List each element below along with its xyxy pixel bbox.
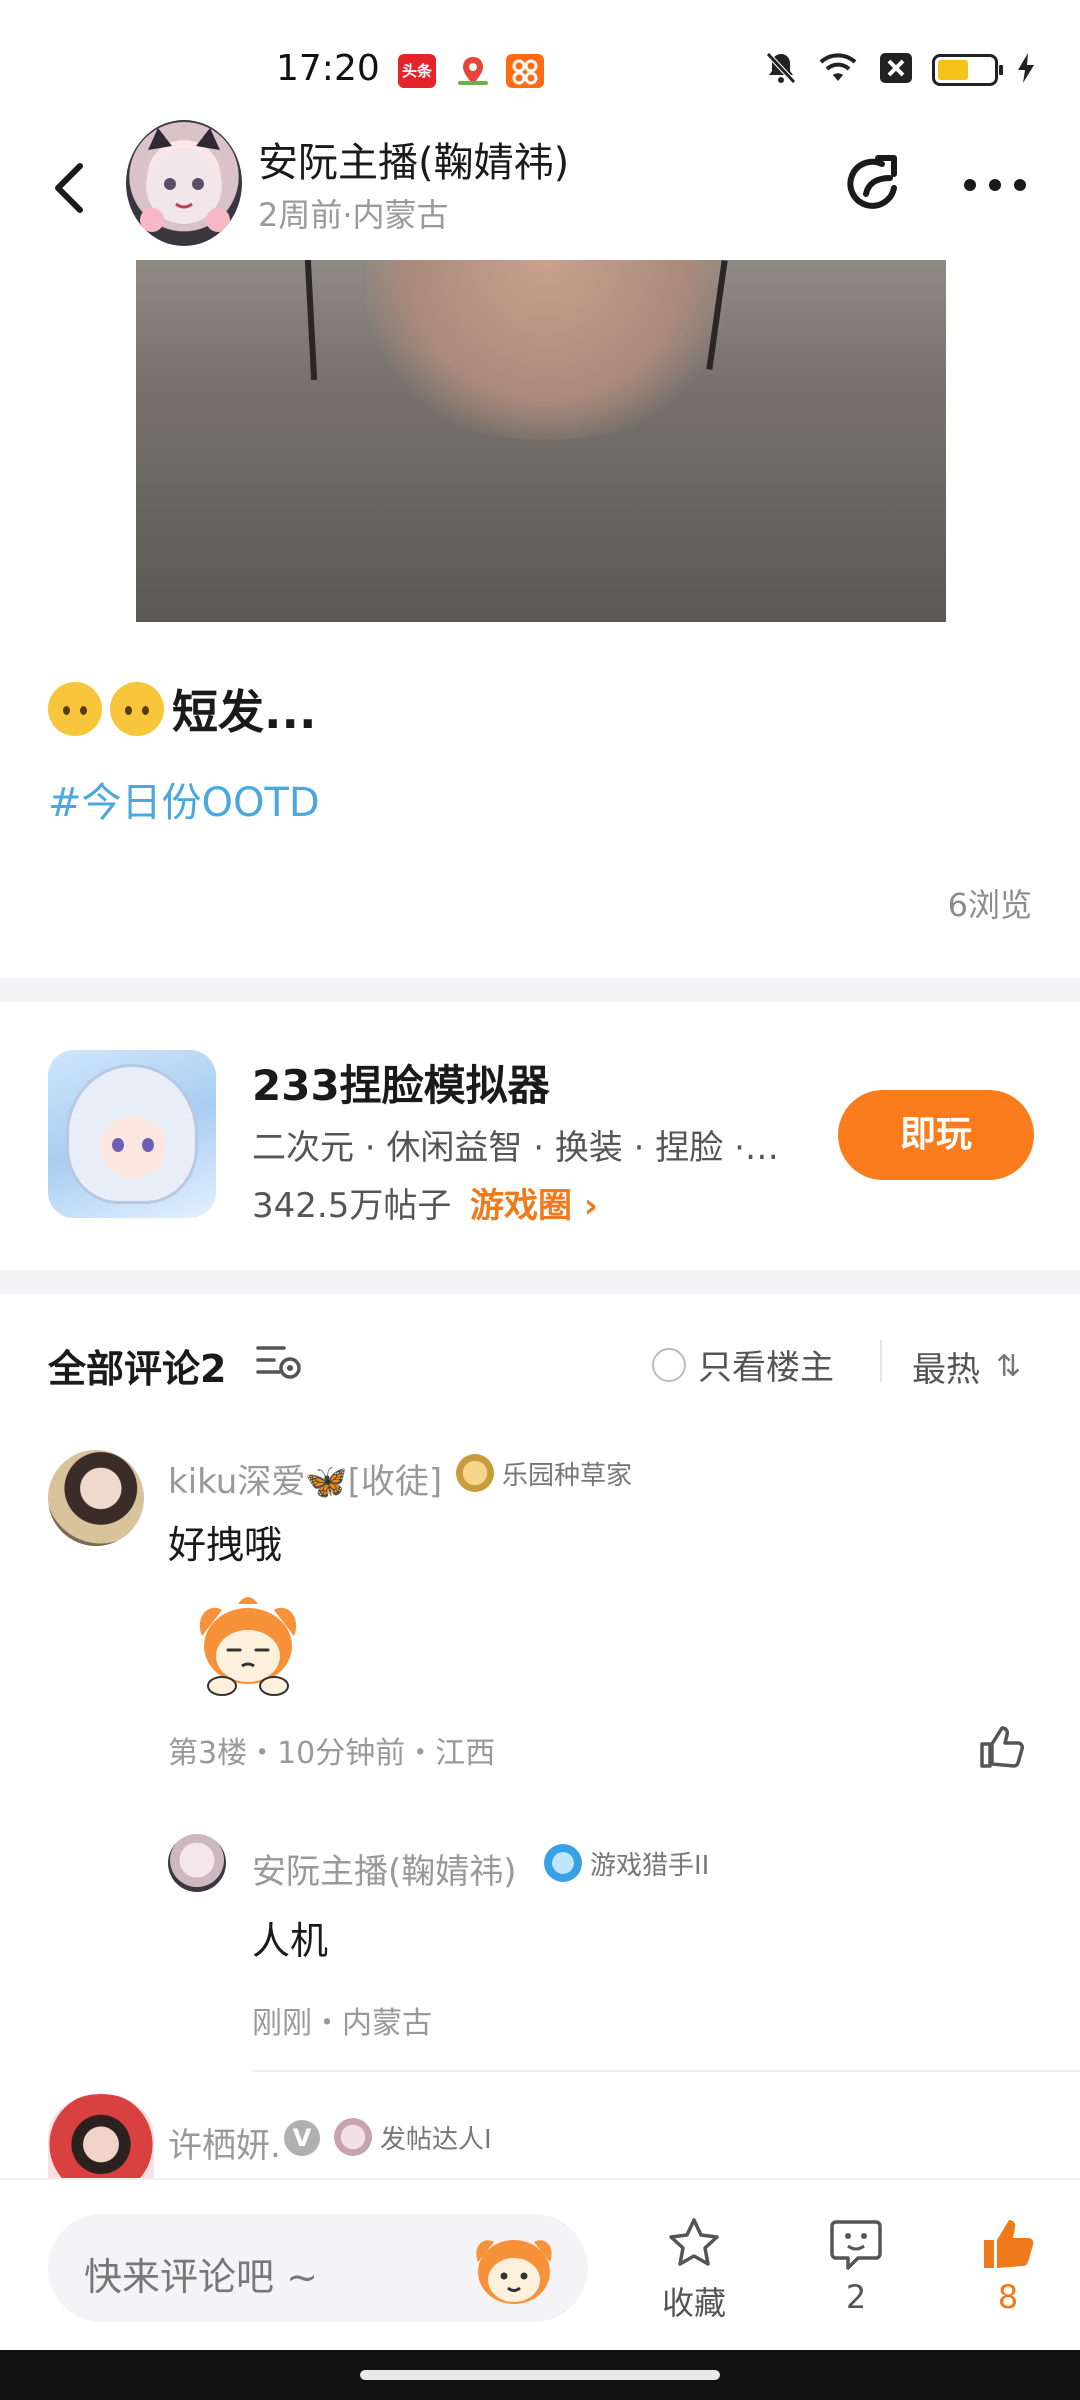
- post-text: 短发...: [172, 685, 317, 739]
- commenter-avatar[interactable]: [48, 1450, 144, 1546]
- comment-input[interactable]: 快来评论吧 ~: [48, 2214, 588, 2322]
- game-icon[interactable]: [48, 1050, 216, 1218]
- author-avatar[interactable]: [126, 120, 242, 246]
- map-icon: [454, 54, 492, 88]
- sim-off-icon: [878, 51, 914, 89]
- sort-arrows-icon: ⇅: [996, 1349, 1021, 1384]
- photo-strap-left: [304, 260, 318, 381]
- reply-divider: [252, 2070, 1080, 2072]
- game-icon-eye: [112, 1138, 124, 1152]
- badge-icon: [456, 1454, 494, 1492]
- battery-icon: [932, 54, 1003, 86]
- radio-icon[interactable]: [652, 1347, 686, 1382]
- game-tags: 二次元 · 休闲益智 · 换装 · 捏脸 · ...: [252, 1128, 782, 1168]
- photo-neck: [366, 260, 726, 440]
- hashtag-link[interactable]: #今日份OOTD: [48, 770, 320, 828]
- comments-button[interactable]: 2: [796, 2216, 916, 2316]
- like-button[interactable]: 8: [948, 2216, 1068, 2316]
- toutiao-icon: 头条: [398, 54, 436, 88]
- comment-text: 好拽哦: [168, 1523, 283, 1567]
- comments-title: 全部评论2: [48, 1347, 227, 1391]
- status-time: 17:20: [276, 48, 380, 89]
- upside-down-face-emoji-icon: [110, 682, 164, 736]
- reply-author-name[interactable]: 安阮主播(鞠婧祎): [252, 1844, 517, 1893]
- star-icon: [669, 2218, 719, 2266]
- badge-icon: [544, 1844, 582, 1882]
- commenter-name[interactable]: kiku深爱🦋[收徒]: [168, 1454, 442, 1503]
- sort-divider: [880, 1340, 882, 1382]
- badge-label: 发帖达人I: [380, 2124, 492, 2155]
- game-icon-face: [100, 1116, 166, 1178]
- game-title[interactable]: 233捏脸模拟器: [252, 1052, 550, 1113]
- bottom-action-bar: 快来评论吧 ~ 收藏 2 8: [0, 2178, 1080, 2350]
- section-divider: [0, 978, 1080, 1002]
- sort-label: 最热: [912, 1350, 980, 1390]
- sort-selector[interactable]: 最热 ⇅: [912, 1342, 1021, 1391]
- post-content: 短发...: [48, 676, 316, 742]
- mute-icon: [764, 50, 798, 90]
- emoji-mascot-icon[interactable]: [470, 2228, 558, 2308]
- comment-filter-icon[interactable]: [254, 1340, 304, 1384]
- commenter-avatar[interactable]: [48, 2094, 154, 2178]
- badge-label: 游戏猎手II: [590, 1850, 710, 1881]
- post-photo[interactable]: [136, 260, 946, 622]
- post-header: 安阮主播(鞠婧祎) 2周前·内蒙古: [0, 110, 1080, 260]
- user-badge: 乐园种草家: [456, 1454, 632, 1492]
- comment-input-placeholder: 快来评论吧 ~: [84, 2255, 318, 2299]
- reply-text: 人机: [252, 1919, 329, 1963]
- wifi-icon: [816, 51, 860, 89]
- mascot-sticker-icon: [188, 1590, 308, 1698]
- reply-avatar[interactable]: [168, 1834, 226, 1892]
- verified-icon: V: [284, 2120, 320, 2156]
- game-icon-eye: [142, 1138, 154, 1152]
- game-circle-link[interactable]: 游戏圈 ›: [470, 1178, 598, 1227]
- section-divider: [0, 1270, 1080, 1294]
- badge-label: 乐园种草家: [502, 1460, 633, 1491]
- home-indicator[interactable]: [360, 2370, 720, 2380]
- share-button[interactable]: [842, 154, 906, 218]
- upside-down-face-emoji-icon: [48, 682, 102, 736]
- author-name[interactable]: 安阮主播(鞠婧祎): [258, 130, 569, 188]
- comment-meta: 第3楼・10分钟前・江西: [168, 1736, 496, 1771]
- taobao-icon: [506, 54, 544, 88]
- comment-icon: [830, 2220, 882, 2270]
- comment-count: 2: [845, 2278, 867, 2316]
- back-button[interactable]: [48, 160, 94, 216]
- user-badge: 发帖达人I: [334, 2118, 492, 2156]
- view-count: 6浏览: [947, 886, 1032, 924]
- game-post-count: 342.5万帖子: [252, 1186, 452, 1226]
- commenter-name[interactable]: 许栖妍.: [168, 2118, 281, 2167]
- post-time-location: 2周前·内蒙古: [258, 196, 449, 234]
- system-navigation-bar: [0, 2350, 1080, 2400]
- only-host-toggle[interactable]: 只看楼主: [652, 1340, 834, 1389]
- more-options-button[interactable]: [960, 162, 1030, 208]
- favorite-button[interactable]: 收藏: [634, 2216, 754, 2324]
- play-now-button[interactable]: 即玩: [838, 1090, 1034, 1180]
- thumbs-up-icon: [984, 2220, 1034, 2268]
- system-status-icons: [764, 50, 1036, 90]
- charging-icon: [1016, 51, 1036, 89]
- like-count: 8: [997, 2278, 1019, 2316]
- badge-icon: [334, 2118, 372, 2156]
- reply-meta: 刚刚・内蒙古: [252, 2006, 432, 2041]
- user-badge: 游戏猎手II: [544, 1844, 709, 1882]
- only-host-label: 只看楼主: [698, 1348, 834, 1388]
- comment-like-button[interactable]: [978, 1724, 1026, 1770]
- favorite-label: 收藏: [661, 2284, 726, 2322]
- battery-level: [938, 60, 968, 80]
